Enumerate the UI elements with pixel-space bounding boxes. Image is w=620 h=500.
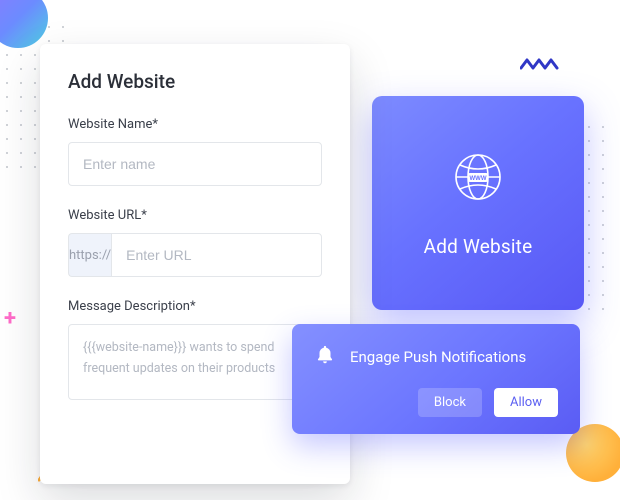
website-url-input[interactable]: [111, 233, 322, 277]
svg-text:WWW: WWW: [470, 176, 487, 182]
push-notification-prompt: Engage Push Notifications Block Allow: [292, 324, 580, 434]
website-name-label: Website Name*: [68, 117, 322, 132]
notification-title: Engage Push Notifications: [350, 348, 526, 366]
website-name-field-group: Website Name*: [68, 117, 322, 186]
message-description-label: Message Description*: [68, 299, 322, 314]
block-button[interactable]: Block: [418, 388, 482, 417]
url-protocol-prefix: https://: [68, 233, 111, 277]
message-description-input[interactable]: [68, 324, 322, 400]
add-website-card-title: Add Website: [424, 235, 533, 258]
message-description-field-group: Message Description*: [68, 299, 322, 404]
website-name-input[interactable]: [68, 142, 322, 186]
add-website-card[interactable]: WWW Add Website: [372, 96, 584, 310]
website-url-label: Website URL*: [68, 208, 322, 223]
website-url-field-group: Website URL* https://: [68, 208, 322, 277]
allow-button[interactable]: Allow: [494, 388, 558, 417]
globe-icon: WWW: [450, 149, 506, 209]
bell-icon: [314, 344, 336, 370]
decorative-zigzag-blue: [520, 56, 560, 72]
decorative-plus-icon: +: [4, 306, 16, 331]
form-title: Add Website: [68, 70, 322, 93]
decorative-dots-right: [582, 120, 614, 320]
